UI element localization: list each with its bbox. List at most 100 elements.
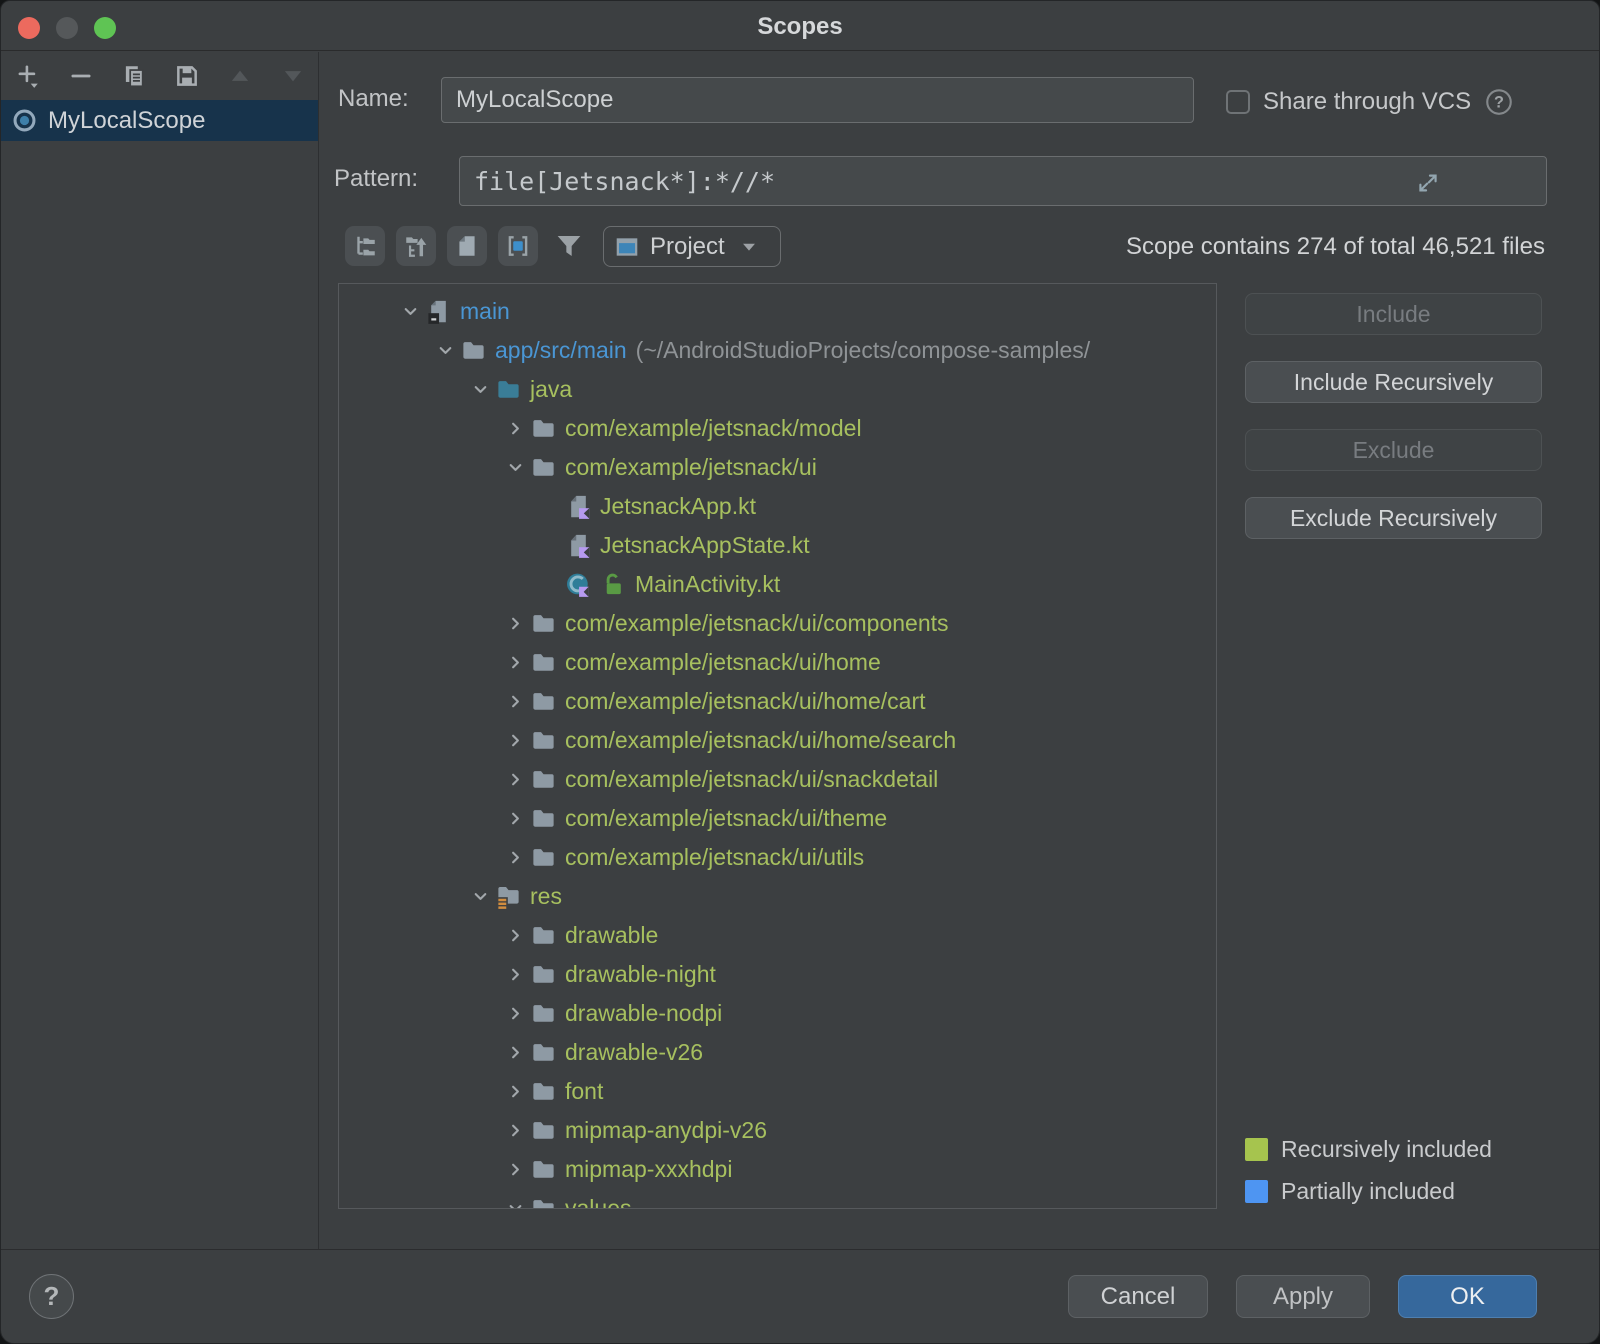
share-through-vcs-checkbox[interactable] (1226, 90, 1250, 114)
tree-row[interactable]: com/example/jetsnack/ui/home/search (339, 721, 1216, 760)
exclude-recursively-button[interactable]: Exclude Recursively (1245, 497, 1542, 539)
legend-color-swatch (1245, 1180, 1268, 1203)
folder-icon (530, 454, 557, 481)
save-scope-button[interactable] (174, 63, 200, 89)
tree-row[interactable]: drawable-night (339, 955, 1216, 994)
chevron-spacer (535, 495, 565, 519)
tree-row[interactable]: java (339, 370, 1216, 409)
cancel-button[interactable]: Cancel (1068, 1275, 1208, 1318)
tree-row[interactable]: mipmap-xxxhdpi (339, 1150, 1216, 1189)
lock-icon (600, 571, 627, 598)
tree-row[interactable]: values (339, 1189, 1216, 1209)
tree-row[interactable]: res (339, 877, 1216, 916)
tree-item-label: com/example/jetsnack/ui/utils (565, 844, 864, 871)
chevron-down-icon[interactable] (500, 456, 530, 480)
filter-icon[interactable] (553, 230, 585, 262)
chevron-right-icon[interactable] (500, 1080, 530, 1104)
tree-row[interactable]: com/example/jetsnack/ui (339, 448, 1216, 487)
show-files-button[interactable] (447, 226, 487, 266)
chevron-right-icon[interactable] (500, 807, 530, 831)
copy-scope-button[interactable] (121, 63, 147, 89)
chevron-right-icon[interactable] (500, 846, 530, 870)
expand-pattern-icon[interactable] (1415, 170, 1441, 196)
tree-row[interactable]: com/example/jetsnack/ui/snackdetail (339, 760, 1216, 799)
legend-item: Recursively included (1245, 1137, 1492, 1161)
folder-icon (530, 766, 557, 793)
chevron-right-icon[interactable] (500, 963, 530, 987)
add-scope-button[interactable] (15, 63, 41, 89)
chevron-down-icon[interactable] (465, 378, 495, 402)
scope-name-input[interactable] (441, 77, 1194, 123)
legend-label: Recursively included (1281, 1136, 1492, 1163)
exclude-button: Exclude (1245, 429, 1542, 471)
scope-pattern-input[interactable] (459, 156, 1547, 206)
tree-row[interactable]: app/src/main(~/AndroidStudioProjects/com… (339, 331, 1216, 370)
tree-item-label: JetsnackApp.kt (600, 493, 756, 520)
ok-button[interactable]: OK (1398, 1275, 1537, 1318)
apply-button[interactable]: Apply (1236, 1275, 1370, 1318)
tree-row[interactable]: font (339, 1072, 1216, 1111)
share-vcs-label: Share through VCS (1263, 88, 1471, 116)
move-down-button[interactable] (280, 63, 306, 89)
help-button[interactable]: ? (29, 1274, 74, 1319)
vcs-help-icon[interactable]: ? (1484, 87, 1514, 117)
show-scope-button[interactable] (498, 226, 538, 266)
chevron-right-icon[interactable] (500, 924, 530, 948)
tree-row[interactable]: drawable (339, 916, 1216, 955)
tree-row[interactable]: JetsnackApp.kt (339, 487, 1216, 526)
include-recursively-button[interactable]: Include Recursively (1245, 361, 1542, 403)
tree-row[interactable]: drawable-v26 (339, 1033, 1216, 1072)
tree-row[interactable]: com/example/jetsnack/ui/components (339, 604, 1216, 643)
scope-summary-text: Scope contains 274 of total 46,521 files (1126, 226, 1545, 268)
folder-icon (530, 1039, 557, 1066)
chevron-right-icon[interactable] (500, 1002, 530, 1026)
tree-row[interactable]: com/example/jetsnack/ui/home/cart (339, 682, 1216, 721)
chevron-down-icon[interactable] (430, 339, 460, 363)
chevron-right-icon[interactable] (500, 651, 530, 675)
dialog-footer: ? Cancel Apply OK (1, 1249, 1599, 1343)
tree-item-label: drawable-nodpi (565, 1000, 722, 1027)
scope-editor: Name: Share through VCS ? Pattern: (320, 52, 1599, 1249)
tree-row[interactable]: JetsnackAppState.kt (339, 526, 1216, 565)
tree-row[interactable]: com/example/jetsnack/model (339, 409, 1216, 448)
tree-item-label: com/example/jetsnack/model (565, 415, 862, 442)
chevron-down-icon[interactable] (395, 300, 425, 324)
compact-packages-button[interactable] (396, 226, 436, 266)
tree-item-label: com/example/jetsnack/ui/home/cart (565, 688, 926, 715)
tree-item-path-suffix: (~/AndroidStudioProjects/compose-samples… (636, 337, 1090, 364)
chevron-right-icon[interactable] (500, 690, 530, 714)
tree-row[interactable]: com/example/jetsnack/ui/theme (339, 799, 1216, 838)
chevron-right-icon[interactable] (500, 1041, 530, 1065)
svg-text:?: ? (1494, 94, 1504, 112)
scope-list-item[interactable]: MyLocalScope (1, 100, 318, 141)
chevron-right-icon[interactable] (500, 729, 530, 753)
scopes-dialog: Scopes MyLocalScope Nam (0, 0, 1600, 1344)
chevron-right-icon[interactable] (500, 417, 530, 441)
tree-item-label: com/example/jetsnack/ui/home/search (565, 727, 956, 754)
tree-row[interactable]: com/example/jetsnack/ui/utils (339, 838, 1216, 877)
file-tree: mainapp/src/main(~/AndroidStudioProjects… (338, 283, 1217, 1209)
tree-item-label: values (565, 1195, 631, 1209)
tree-row[interactable]: com/example/jetsnack/ui/home (339, 643, 1216, 682)
folder-icon (530, 610, 557, 637)
show-modules-button[interactable] (345, 226, 385, 266)
tree-row[interactable]: drawable-nodpi (339, 994, 1216, 1033)
chevron-down-icon[interactable] (500, 1197, 530, 1210)
view-selector-dropdown[interactable]: Project (603, 226, 781, 267)
chevron-right-icon[interactable] (500, 1158, 530, 1182)
tree-row[interactable]: mipmap-anydpi-v26 (339, 1111, 1216, 1150)
tree-row[interactable]: main (339, 292, 1216, 331)
tree-row[interactable]: MainActivity.kt (339, 565, 1216, 604)
chevron-right-icon[interactable] (500, 768, 530, 792)
chevron-down-icon[interactable] (465, 885, 495, 909)
move-up-button[interactable] (227, 63, 253, 89)
chevron-right-icon[interactable] (500, 1119, 530, 1143)
legend-color-swatch (1245, 1138, 1268, 1161)
chevron-right-icon[interactable] (500, 612, 530, 636)
kotlin-file-icon (565, 532, 592, 559)
kotlin-class-icon (565, 571, 592, 598)
folder-icon (460, 337, 487, 364)
dropdown-arrow-icon (738, 236, 760, 258)
remove-scope-button[interactable] (68, 63, 94, 89)
project-view-icon (614, 234, 640, 260)
